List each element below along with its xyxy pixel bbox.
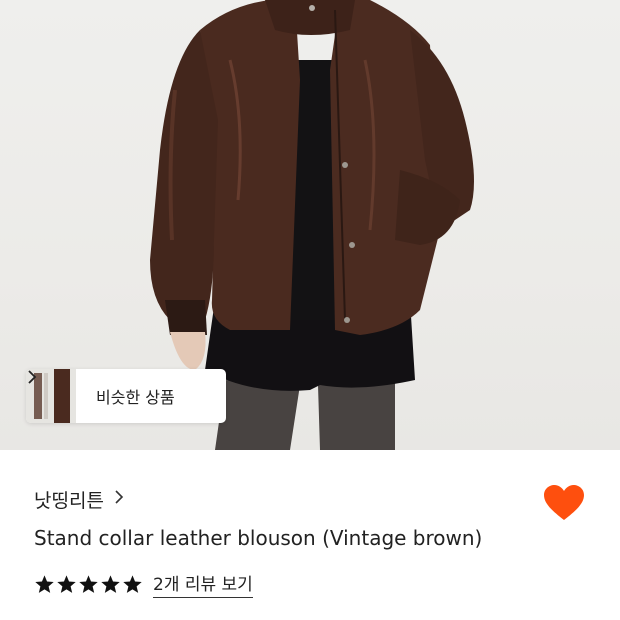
reviews-link[interactable]: 2개 리뷰 보기 xyxy=(153,570,253,598)
product-info: 낫띵리튼 Stand collar leather blouson (Vinta… xyxy=(0,450,620,620)
similar-products-button[interactable]: 비슷한 상품 xyxy=(26,369,226,423)
star-icon xyxy=(101,574,120,593)
similar-products-label: 비슷한 상품 xyxy=(96,388,175,407)
star-icon xyxy=(79,574,98,593)
product-title: Stand collar leather blouson (Vintage br… xyxy=(34,526,483,550)
star-icon xyxy=(57,574,76,593)
rating-row: 2개 리뷰 보기 xyxy=(34,570,253,598)
rating-stars xyxy=(34,574,143,595)
brand-link[interactable]: 낫띵리튼 xyxy=(34,486,124,513)
wishlist-heart-icon[interactable] xyxy=(543,484,585,522)
star-icon xyxy=(123,574,142,593)
star-icon xyxy=(35,574,54,593)
product-image[interactable]: 비슷한 상품 xyxy=(0,0,620,450)
chevron-right-icon xyxy=(114,489,124,510)
brand-name: 낫띵리튼 xyxy=(34,490,104,512)
